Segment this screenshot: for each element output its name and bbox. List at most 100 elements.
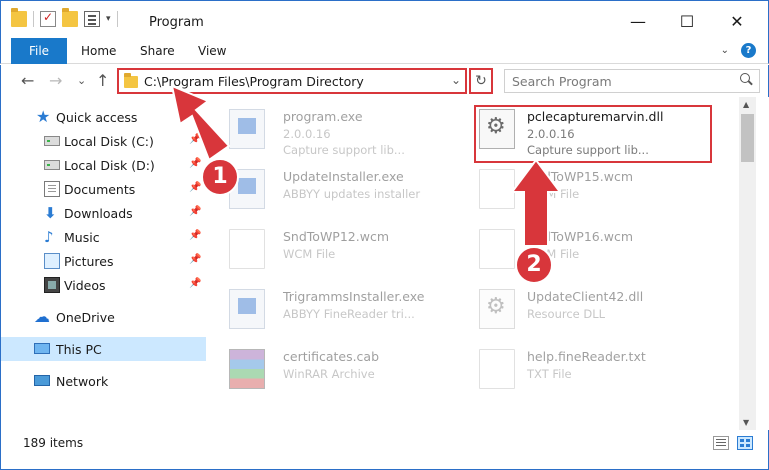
sidebar-item-documents[interactable]: Documents 📌 <box>1 177 206 201</box>
pin-icon[interactable]: 📌 <box>189 158 201 169</box>
minimize-button[interactable]: — <box>615 7 661 37</box>
pin-icon[interactable]: 📌 <box>189 254 201 265</box>
recent-locations-chevron-icon[interactable]: ⌄ <box>77 74 86 87</box>
file-description: Capture support lib... <box>283 143 405 157</box>
search-input[interactable]: Search Program <box>504 69 760 93</box>
pin-icon[interactable]: 📌 <box>189 134 201 145</box>
sidebar-item-local-disk-d[interactable]: Local Disk (D:) 📌 <box>1 153 206 177</box>
address-bar[interactable]: C:\Program Files\Program Directory ⌄ <box>117 68 467 94</box>
sidebar-item-videos[interactable]: Videos 📌 <box>1 273 206 297</box>
large-icons-view-icon[interactable] <box>737 436 753 450</box>
sidebar-item-label: Downloads <box>64 206 133 221</box>
scroll-up-icon[interactable]: ▲ <box>743 100 749 109</box>
file-type: Resource DLL <box>527 307 606 321</box>
sidebar-item-label: Quick access <box>56 110 138 125</box>
file-name: help.fineReader.txt <box>527 349 646 364</box>
onedrive-icon: ☁ <box>34 307 50 326</box>
file-item[interactable]: TrigrammsInstaller.exe ABBYY FineReader … <box>207 279 437 335</box>
scroll-thumb[interactable] <box>741 114 754 162</box>
sidebar-item-this-pc[interactable]: This PC <box>1 337 206 361</box>
expand-ribbon-chevron-icon[interactable]: ⌄ <box>721 45 729 56</box>
sidebar-item-onedrive[interactable]: ☁ OneDrive <box>1 305 206 329</box>
tab-file[interactable]: File <box>11 38 67 64</box>
archive-icon <box>229 349 265 389</box>
file-icon <box>479 229 515 269</box>
file-item[interactable]: UpdateInstaller.exe ABBYY updates instal… <box>207 159 437 215</box>
file-item[interactable]: UpdateClient42.dll Resource DLL <box>457 279 687 335</box>
customize-toolbar-chevron-icon[interactable]: ▾ <box>106 14 111 24</box>
quick-access-toolbar: ▾ <box>11 8 118 27</box>
file-item[interactable]: SndToWP16.wcm WCM File <box>457 219 687 275</box>
search-icon[interactable] <box>739 73 753 87</box>
status-bar: 189 items <box>0 430 769 470</box>
scroll-down-icon[interactable]: ▼ <box>743 418 749 427</box>
file-version: 2.0.0.16 <box>283 127 331 141</box>
music-icon: ♪ <box>44 228 54 246</box>
pin-icon[interactable]: 📌 <box>189 182 201 193</box>
file-item[interactable]: help.fineReader.txt TXT File <box>457 339 687 395</box>
file-type: ABBYY FineReader tri... <box>283 307 415 321</box>
file-type: WinRAR Archive <box>283 367 375 381</box>
file-list: program.exe 2.0.0.16 Capture support lib… <box>207 97 739 430</box>
sidebar-item-quick-access[interactable]: ★ Quick access <box>1 105 206 129</box>
file-icon <box>479 169 515 209</box>
navigation-pane: ★ Quick access Local Disk (C:) 📌 Local D… <box>0 97 206 430</box>
view-properties-icon[interactable] <box>84 11 100 27</box>
file-name: SndToWP16.wcm <box>527 229 633 244</box>
maximize-button[interactable]: ☐ <box>664 7 710 37</box>
sidebar-item-label: Pictures <box>64 254 114 269</box>
file-item[interactable]: program.exe 2.0.0.16 Capture support lib… <box>207 99 437 157</box>
tab-view[interactable]: View <box>198 38 226 64</box>
sidebar-item-label: OneDrive <box>56 310 115 325</box>
address-path[interactable]: C:\Program Files\Program Directory <box>144 74 364 89</box>
item-count: 189 items <box>23 436 84 450</box>
file-type: TXT File <box>527 367 572 381</box>
tab-home[interactable]: Home <box>81 38 116 64</box>
title-bar: ▾ Program — ☐ ✕ <box>0 0 769 38</box>
local-disk-icon <box>44 136 60 146</box>
sidebar-item-downloads[interactable]: ⬇ Downloads 📌 <box>1 201 206 225</box>
pin-icon[interactable]: 📌 <box>189 230 201 241</box>
tab-share[interactable]: Share <box>140 38 175 64</box>
highlight-box <box>474 105 712 163</box>
navigation-bar: ← → ⌄ ↑ C:\Program Files\Program Directo… <box>0 65 769 97</box>
sidebar-item-pictures[interactable]: Pictures 📌 <box>1 249 206 273</box>
file-icon <box>229 229 265 269</box>
file-item[interactable]: SndToWP15.wcm WCM File <box>457 159 687 215</box>
forward-arrow-icon[interactable]: → <box>49 71 62 90</box>
videos-icon <box>44 277 60 293</box>
file-name: TrigrammsInstaller.exe <box>283 289 425 304</box>
documents-icon <box>44 181 60 197</box>
star-icon: ★ <box>36 107 51 126</box>
file-name: program.exe <box>283 109 363 124</box>
pin-icon[interactable]: 📌 <box>189 278 201 289</box>
executable-icon <box>229 109 265 149</box>
properties-check-icon[interactable] <box>40 10 56 27</box>
up-arrow-icon[interactable]: ↑ <box>96 71 109 90</box>
new-folder-icon[interactable] <box>62 8 78 27</box>
network-icon <box>34 375 50 386</box>
pin-icon[interactable]: 📌 <box>189 206 201 217</box>
file-name: SndToWP15.wcm <box>527 169 633 184</box>
details-view-icon[interactable] <box>713 436 729 450</box>
sidebar-item-network[interactable]: Network <box>1 369 206 393</box>
vertical-scrollbar[interactable]: ▲ ▼ <box>739 97 756 430</box>
file-item[interactable]: SndToWP12.wcm WCM File <box>207 219 437 275</box>
dll-gear-icon <box>479 289 515 329</box>
help-icon[interactable]: ? <box>741 43 756 58</box>
folder-icon <box>11 8 27 27</box>
back-arrow-icon[interactable]: ← <box>21 71 34 90</box>
address-dropdown-chevron-icon[interactable]: ⌄ <box>451 73 461 87</box>
refresh-button[interactable]: ↻ <box>469 68 493 94</box>
file-name: UpdateInstaller.exe <box>283 169 404 184</box>
search-placeholder: Search Program <box>512 74 612 89</box>
sidebar-item-label: This PC <box>56 342 102 357</box>
sidebar-item-label: Videos <box>64 278 106 293</box>
file-name: UpdateClient42.dll <box>527 289 644 304</box>
close-button[interactable]: ✕ <box>714 7 760 37</box>
sidebar-item-music[interactable]: ♪ Music 📌 <box>1 225 206 249</box>
sidebar-item-local-disk-c[interactable]: Local Disk (C:) 📌 <box>1 129 206 153</box>
executable-icon <box>229 289 265 329</box>
this-pc-icon <box>34 343 50 354</box>
file-item[interactable]: certificates.cab WinRAR Archive <box>207 339 437 395</box>
